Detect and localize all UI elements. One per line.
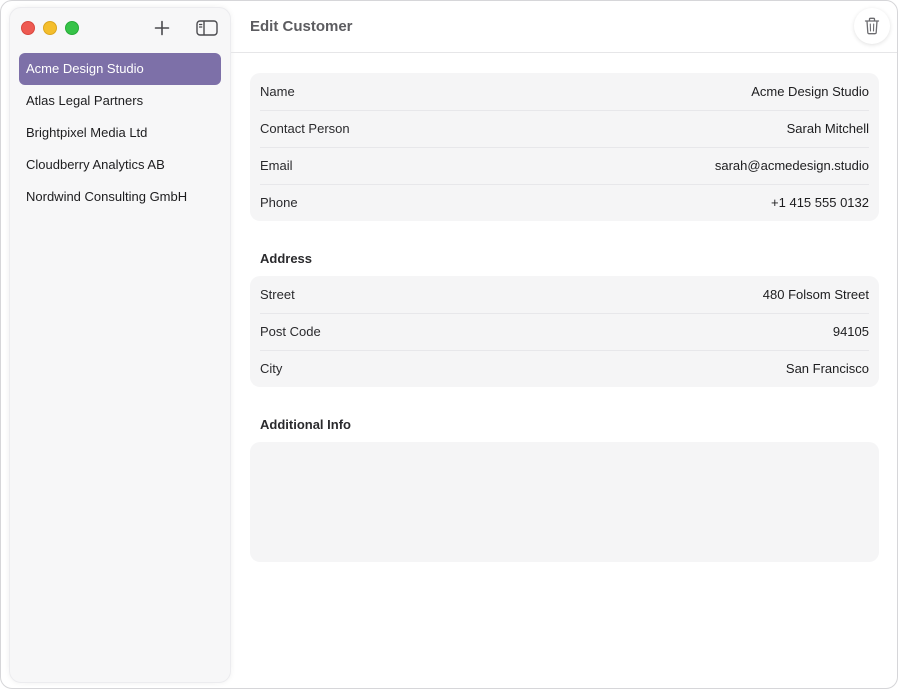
customer-list-item[interactable]: Brightpixel Media Ltd <box>19 117 221 149</box>
contact-person-row[interactable]: Contact Person Sarah Mitchell <box>250 110 879 147</box>
additional-info-heading: Additional Info <box>260 417 351 432</box>
name-label: Name <box>260 84 295 99</box>
customer-list-item[interactable]: Nordwind Consulting GmbH <box>19 181 221 213</box>
street-label: Street <box>260 287 295 302</box>
street-field[interactable]: 480 Folsom Street <box>763 287 869 302</box>
minimize-window-button[interactable] <box>43 21 57 35</box>
city-row[interactable]: City San Francisco <box>250 350 879 387</box>
name-field[interactable]: Acme Design Studio <box>751 84 869 99</box>
customer-list-item[interactable]: Cloudberry Analytics AB <box>19 149 221 181</box>
delete-customer-button[interactable] <box>854 8 890 44</box>
name-row[interactable]: Name Acme Design Studio <box>250 73 879 110</box>
app-window: Acme Design Studio Atlas Legal Partners … <box>0 0 898 689</box>
phone-label: Phone <box>260 195 298 210</box>
phone-field[interactable]: +1 415 555 0132 <box>771 195 869 210</box>
page-title: Edit Customer <box>250 18 353 35</box>
detail-pane: Edit Customer Name Acme Design Studio Co… <box>231 1 897 688</box>
contact-person-label: Contact Person <box>260 121 350 136</box>
toolbar: Edit Customer <box>231 1 897 53</box>
city-label: City <box>260 361 283 376</box>
plus-icon <box>154 20 170 36</box>
post-code-row[interactable]: Post Code 94105 <box>250 313 879 350</box>
zoom-window-button[interactable] <box>65 21 79 35</box>
address-section: Street 480 Folsom Street Post Code 94105… <box>250 276 879 387</box>
sidebar: Acme Design Studio Atlas Legal Partners … <box>9 7 231 683</box>
close-window-button[interactable] <box>21 21 35 35</box>
customer-list: Acme Design Studio Atlas Legal Partners … <box>19 53 221 213</box>
sidebar-toggle-icon <box>196 20 218 36</box>
city-field[interactable]: San Francisco <box>786 361 869 376</box>
customer-list-item[interactable]: Acme Design Studio <box>19 53 221 85</box>
additional-info-textarea[interactable] <box>250 442 879 562</box>
contact-person-field[interactable]: Sarah Mitchell <box>787 121 869 136</box>
customer-list-item[interactable]: Atlas Legal Partners <box>19 85 221 117</box>
street-row[interactable]: Street 480 Folsom Street <box>250 276 879 313</box>
post-code-field[interactable]: 94105 <box>833 324 869 339</box>
address-heading: Address <box>260 251 313 266</box>
contact-section: Name Acme Design Studio Contact Person S… <box>250 73 879 221</box>
email-label: Email <box>260 158 293 173</box>
post-code-label: Post Code <box>260 324 321 339</box>
toggle-sidebar-button[interactable] <box>193 16 221 40</box>
add-customer-button[interactable] <box>148 16 176 40</box>
trash-icon <box>864 17 880 35</box>
email-field[interactable]: sarah@acmedesign.studio <box>715 158 869 173</box>
email-row[interactable]: Email sarah@acmedesign.studio <box>250 147 879 184</box>
phone-row[interactable]: Phone +1 415 555 0132 <box>250 184 879 221</box>
